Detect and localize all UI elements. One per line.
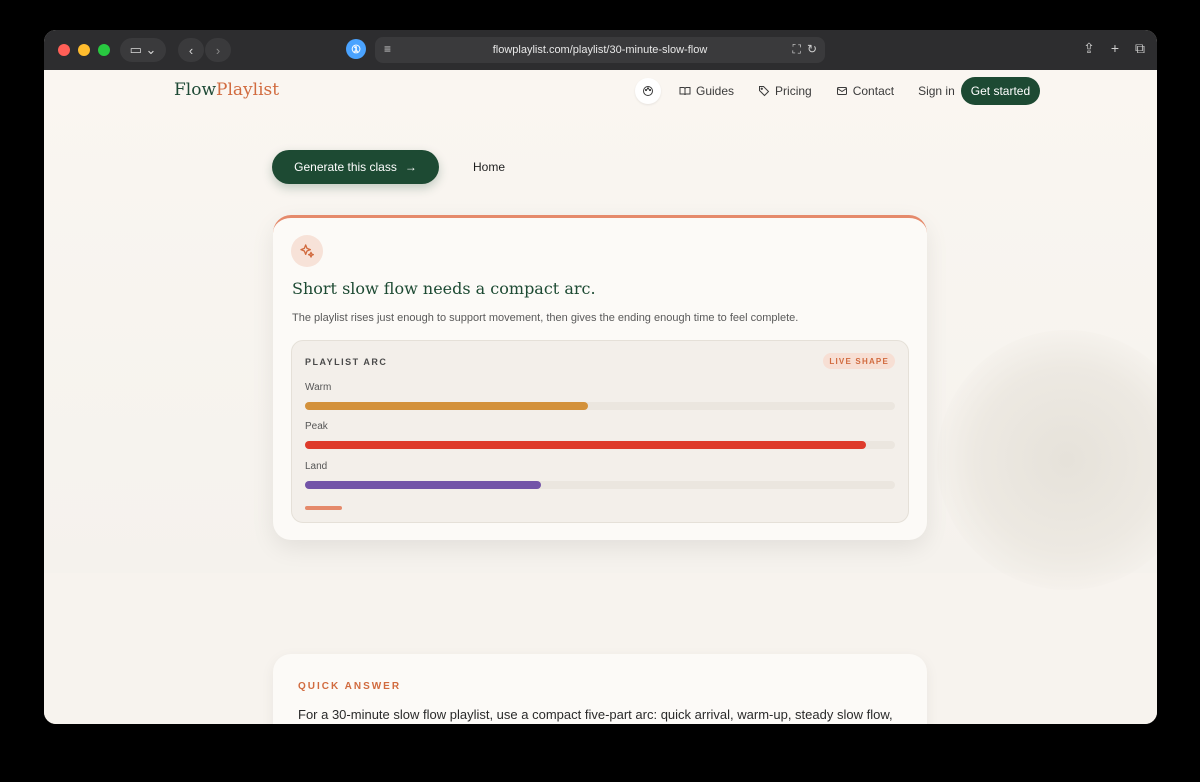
- nav-guides-label: Guides: [696, 84, 735, 98]
- password-manager-icon[interactable]: ①: [346, 39, 366, 59]
- bar-fill-land: [305, 481, 541, 489]
- chevron-left-icon: ‹: [188, 42, 194, 58]
- arc-label: PLAYLIST ARC: [305, 357, 388, 367]
- share-icon[interactable]: ⇪: [1083, 40, 1095, 57]
- live-shape-label: LIVE SHAPE: [829, 356, 889, 366]
- close-window-button[interactable]: [58, 44, 70, 56]
- arrow-right-icon: →: [404, 160, 417, 174]
- nav-pricing-link[interactable]: Pricing: [758, 84, 812, 98]
- nav-guides-link[interactable]: Guides: [679, 84, 734, 98]
- card-subtitle: The playlist rises just enough to suppor…: [292, 312, 799, 324]
- forward-button[interactable]: ›: [205, 38, 231, 62]
- bar-fill-peak: [305, 441, 866, 449]
- bar-label-land: Land: [305, 461, 328, 472]
- page-menu-icon[interactable]: ≡: [384, 42, 391, 56]
- sparkles-icon: [291, 235, 323, 267]
- bar-track-peak: [305, 441, 895, 449]
- sidebar-icon: ▭ ⌄: [129, 42, 157, 57]
- theme-button[interactable]: [635, 78, 661, 104]
- arc-accent-line: [305, 506, 342, 510]
- tab-overview-icon[interactable]: ⧉: [1135, 40, 1145, 57]
- bar-label-warm: Warm: [305, 382, 332, 393]
- url-text: flowplaylist.com/playlist/30-minute-slow…: [492, 44, 708, 56]
- browser-actions: ⇪ + ⧉: [1083, 40, 1145, 57]
- home-link[interactable]: Home: [473, 160, 505, 174]
- window-controls: [58, 44, 110, 56]
- get-started-button[interactable]: Get started: [960, 77, 1041, 105]
- bar-label-peak: Peak: [305, 421, 328, 432]
- web-page: FlowPlaylist Guides Pricing Contact Sign…: [44, 70, 1157, 724]
- book-icon: [679, 87, 691, 96]
- tag-icon: [759, 86, 770, 97]
- decorative-blob: [937, 330, 1157, 590]
- site-logo[interactable]: FlowPlaylist: [174, 80, 279, 100]
- translate-icon[interactable]: ⛶: [793, 42, 801, 57]
- palette-icon: [643, 86, 653, 96]
- nav-pricing-label: Pricing: [775, 84, 812, 98]
- browser-window: ▭ ⌄ ‹ › ① ≡ flowplaylist.com/playlist/30…: [44, 30, 1157, 724]
- bar-fill-warm: [305, 402, 589, 410]
- nav-contact-label: Contact: [852, 84, 895, 98]
- card-title: Short slow flow needs a compact arc.: [292, 279, 596, 298]
- generate-class-button[interactable]: Generate this class →: [272, 150, 439, 184]
- reload-icon[interactable]: ↻: [807, 42, 817, 57]
- logo-text-playlist: Playlist: [216, 80, 280, 100]
- mail-icon: [836, 87, 847, 95]
- nav-contact-link[interactable]: Contact: [836, 84, 894, 98]
- main-nav: Guides Pricing Contact Sign in Get start…: [635, 77, 1041, 105]
- quick-answer-kicker: QUICK ANSWER: [298, 681, 402, 692]
- playlist-arc-card: Short slow flow needs a compact arc. The…: [273, 215, 927, 540]
- browser-toolbar: ▭ ⌄ ‹ › ① ≡ flowplaylist.com/playlist/30…: [44, 30, 1157, 70]
- sign-in-link[interactable]: Sign in: [918, 84, 955, 98]
- minimize-window-button[interactable]: [78, 44, 90, 56]
- back-button[interactable]: ‹: [178, 38, 204, 62]
- bar-track-warm: [305, 402, 895, 410]
- chevron-right-icon: ›: [215, 42, 221, 58]
- site-header: FlowPlaylist Guides Pricing Contact Sign…: [44, 70, 1157, 114]
- quick-answer-text: For a 30-minute slow flow playlist, use …: [298, 707, 893, 722]
- get-started-label: Get started: [970, 84, 1031, 98]
- new-tab-icon[interactable]: +: [1111, 40, 1119, 57]
- maximize-window-button[interactable]: [98, 44, 110, 56]
- address-bar[interactable]: ≡ flowplaylist.com/playlist/30-minute-sl…: [375, 37, 825, 63]
- quick-answer-card: QUICK ANSWER For a 30-minute slow flow p…: [273, 654, 927, 724]
- live-shape-badge: LIVE SHAPE: [823, 353, 895, 369]
- playlist-arc-panel: PLAYLIST ARC LIVE SHAPE Warm Peak Land: [291, 340, 909, 523]
- bar-track-land: [305, 481, 895, 489]
- generate-class-label: Generate this class: [294, 160, 397, 174]
- logo-text-flow: Flow: [174, 80, 217, 100]
- sidebar-toggle-button[interactable]: ▭ ⌄: [120, 38, 166, 62]
